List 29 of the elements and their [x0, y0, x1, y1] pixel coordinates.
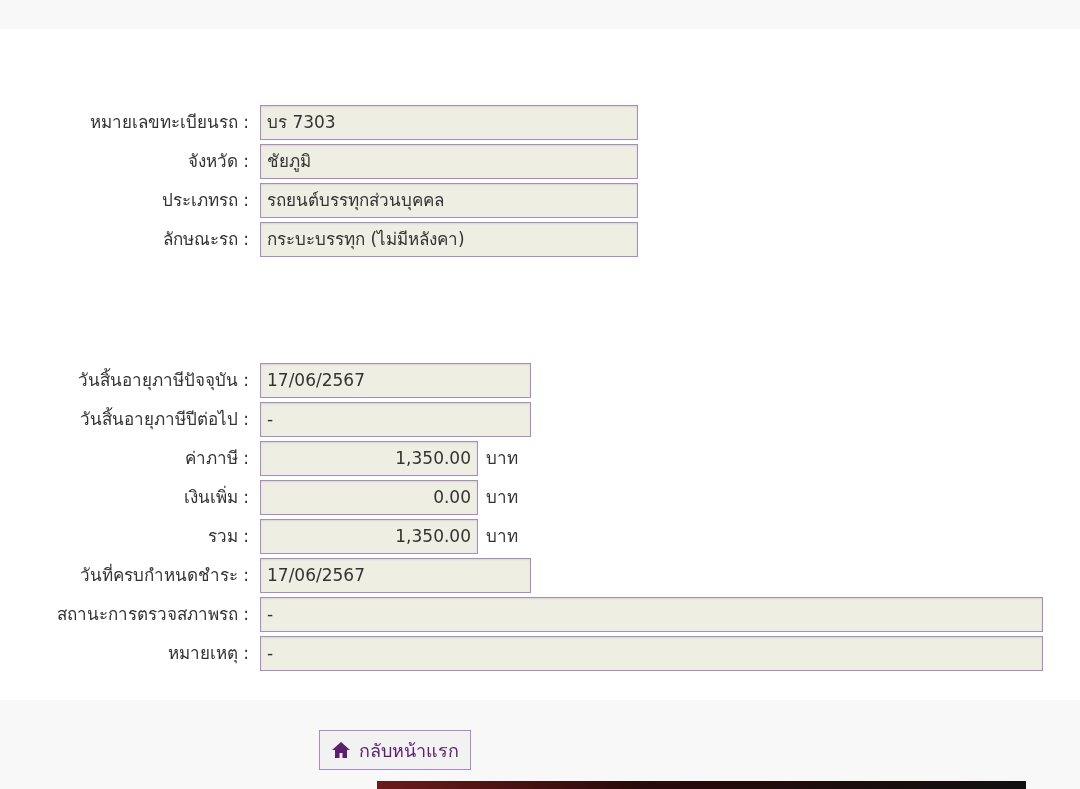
- field-label: ค่าภาษี :: [183, 446, 250, 470]
- home-icon: [331, 741, 351, 759]
- field-label: ประเภทรถ :: [160, 188, 250, 212]
- field-value: กระบะบรรทุก (ไม่มีหลังคา): [260, 222, 638, 257]
- home-button[interactable]: กลับหน้าแรก: [319, 730, 471, 770]
- field-value: 1,350.00: [260, 519, 478, 554]
- field-value: ชัยภูมิ: [260, 144, 638, 179]
- field-label: รวม :: [206, 524, 250, 548]
- unit-label: บาท: [486, 485, 518, 509]
- field-value: รถยนต์บรรทุกส่วนบุคคล: [260, 183, 638, 218]
- field-value: บร 7303: [260, 105, 638, 140]
- unit-label: บาท: [486, 446, 518, 470]
- field-label: วันสิ้นอายุภาษีปัจจุบัน :: [76, 367, 250, 393]
- field-label: สถานะการตรวจสภาพรถ :: [55, 602, 250, 626]
- unit-label: บาท: [486, 524, 518, 548]
- field-label: หมายเลขทะเบียนรถ :: [88, 110, 250, 134]
- field-value: 0.00: [260, 480, 478, 515]
- field-label: หมายเหตุ :: [166, 641, 250, 666]
- field-value: -: [260, 402, 531, 437]
- field-label: จังหวัด :: [186, 149, 250, 173]
- field-value: -: [260, 636, 1043, 671]
- field-value: 17/06/2567: [260, 558, 531, 593]
- field-label: เงินเพิ่ม :: [182, 484, 250, 509]
- field-value: 17/06/2567: [260, 363, 531, 398]
- field-label: วันสิ้นอายุภาษีปีต่อไป :: [78, 406, 250, 432]
- field-value: -: [260, 597, 1043, 632]
- field-label: วันที่ครบกำหนดชำระ :: [78, 562, 250, 587]
- field-value: 1,350.00: [260, 441, 478, 476]
- field-label: ลักษณะรถ :: [161, 227, 250, 251]
